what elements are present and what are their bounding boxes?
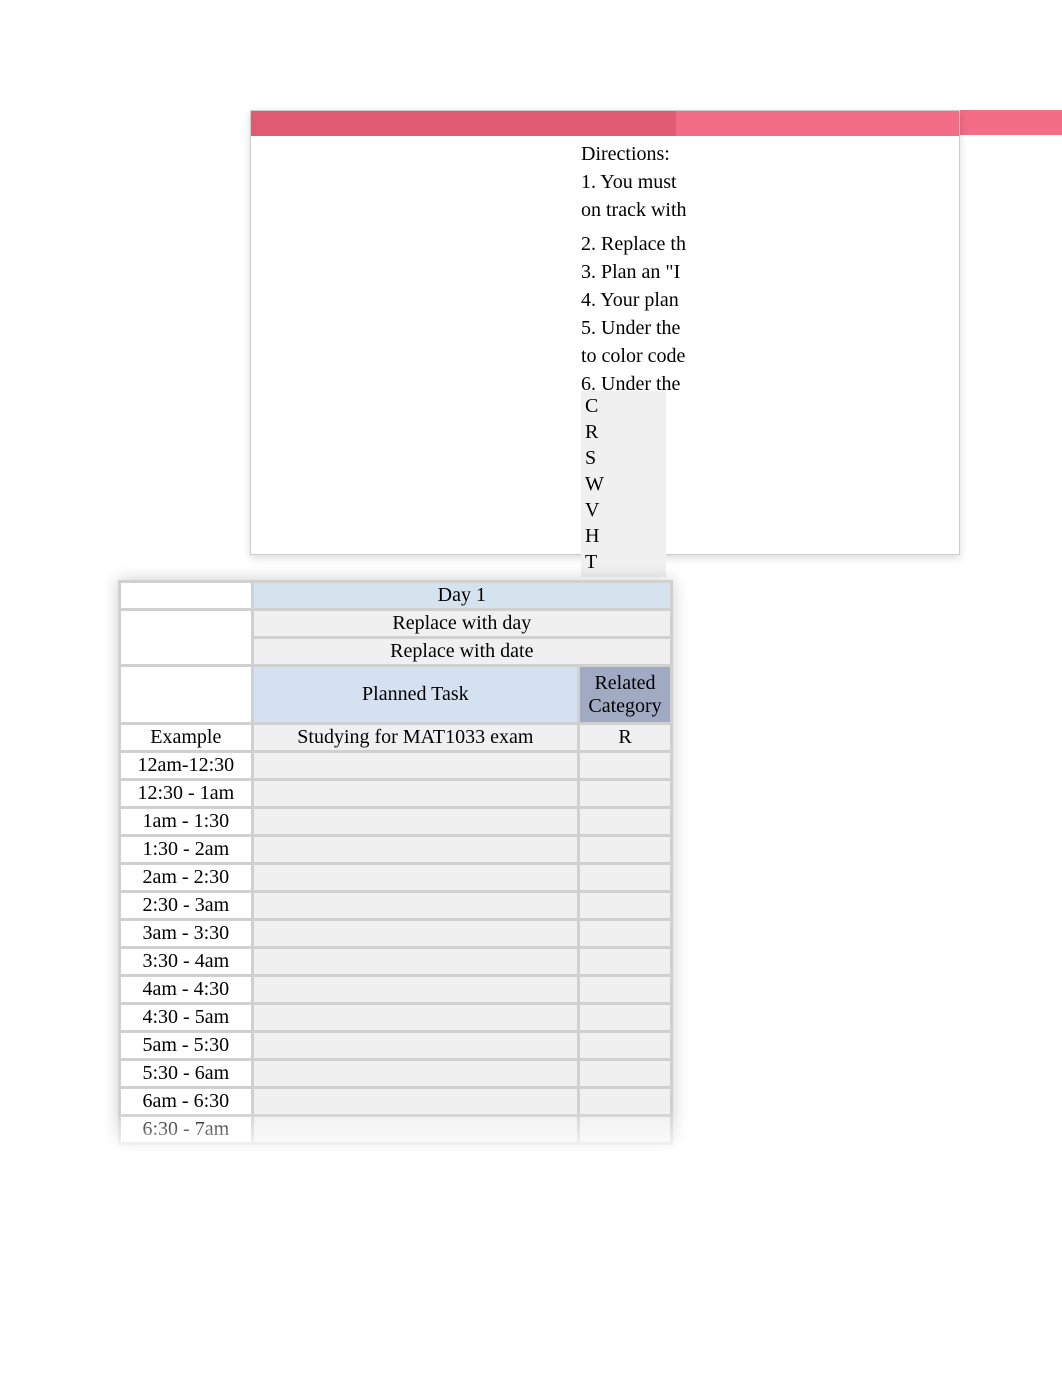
empty-cell [121,611,251,664]
category-cell[interactable] [580,893,670,918]
category-cell[interactable] [580,781,670,806]
task-cell[interactable] [254,1005,577,1030]
task-cell[interactable] [254,977,577,1002]
example-category: R [580,725,670,750]
legend-code: C [585,393,662,419]
category-cell[interactable] [580,865,670,890]
time-slot: 1:30 - 2am [121,837,251,862]
time-slot: 1am - 1:30 [121,809,251,834]
replace-date-cell[interactable]: Replace with date [254,639,670,664]
category-cell[interactable] [580,977,670,1002]
category-cell[interactable] [580,1061,670,1086]
legend-code: S [585,445,662,471]
task-cell[interactable] [254,893,577,918]
time-slot: 3am - 3:30 [121,921,251,946]
time-slot: 4:30 - 5am [121,1005,251,1030]
day-header: Day 1 [254,583,670,608]
category-cell[interactable] [580,1033,670,1058]
legend-code: W [585,471,662,497]
empty-cell [121,583,251,608]
time-slot: 6:30 - 7am [121,1117,251,1142]
direction-line: 3. Plan an "I [581,259,687,285]
time-slot: 5am - 5:30 [121,1033,251,1058]
example-label: Example [121,725,251,750]
category-cell[interactable] [580,1005,670,1030]
task-cell[interactable] [254,921,577,946]
direction-line: to color code [581,343,687,369]
category-cell[interactable] [580,837,670,862]
direction-line: 5. Under the [581,315,687,341]
direction-line: 1. You must [581,169,687,195]
directions-title: Directions: [581,141,687,167]
schedule-table: Day 1 Replace with day Replace with date… [118,580,673,1145]
task-cell[interactable] [254,1117,577,1142]
time-slot: 3:30 - 4am [121,949,251,974]
category-cell[interactable] [580,1117,670,1142]
direction-line: on track with [581,197,687,223]
legend-code: H [585,523,662,549]
category-legend: C R S W V H T [581,391,666,577]
legend-code: T [585,549,662,575]
category-cell[interactable] [580,921,670,946]
time-slot: 12:30 - 1am [121,781,251,806]
task-cell[interactable] [254,865,577,890]
directions-panel: Directions: 1. You must on track with 2.… [250,110,960,555]
time-slot: 12am-12:30 [121,753,251,778]
task-cell[interactable] [254,1061,577,1086]
task-cell[interactable] [254,949,577,974]
task-cell[interactable] [254,1033,577,1058]
category-cell[interactable] [580,949,670,974]
direction-line: 4. Your plan [581,287,687,313]
category-header: Related Category [580,667,670,722]
task-cell[interactable] [254,837,577,862]
directions-text: Directions: 1. You must on track with 2.… [581,141,687,399]
category-cell[interactable] [580,753,670,778]
task-cell[interactable] [254,781,577,806]
time-slot: 6am - 6:30 [121,1089,251,1114]
category-cell[interactable] [580,809,670,834]
example-task: Studying for MAT1033 exam [254,725,577,750]
legend-code: R [585,419,662,445]
replace-day-cell[interactable]: Replace with day [254,611,670,636]
red-header-bar [251,111,959,136]
time-slot: 5:30 - 6am [121,1061,251,1086]
time-slot: 2am - 2:30 [121,865,251,890]
task-cell[interactable] [254,809,577,834]
task-cell[interactable] [254,753,577,778]
planned-task-header: Planned Task [254,667,577,722]
time-slot: 4am - 4:30 [121,977,251,1002]
legend-code: V [585,497,662,523]
direction-line: 2. Replace th [581,231,687,257]
empty-header-cell [121,667,251,722]
schedule-table-container: Day 1 Replace with day Replace with date… [118,580,673,1145]
task-cell[interactable] [254,1089,577,1114]
category-cell[interactable] [580,1089,670,1114]
time-slot: 2:30 - 3am [121,893,251,918]
